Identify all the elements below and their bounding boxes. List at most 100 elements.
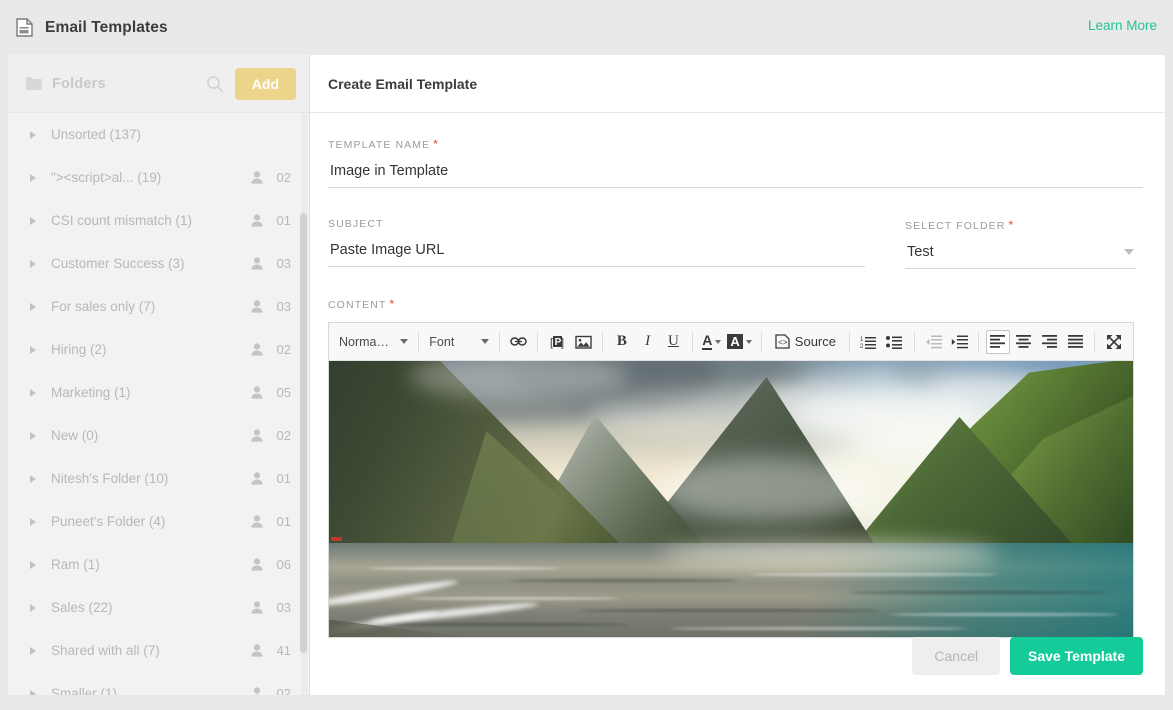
expand-caret-icon[interactable] [30, 689, 36, 695]
cancel-button[interactable]: Cancel [912, 637, 1000, 675]
folder-list-item[interactable]: Customer Success (3) 03 [8, 242, 309, 285]
toolbar-separator [537, 331, 539, 352]
person-icon [251, 558, 263, 571]
template-name-label: TEMPLATE NAME * [328, 137, 439, 151]
folder-list-item[interactable]: Marketing (1) 05 [8, 371, 309, 414]
required-marker: * [433, 137, 439, 151]
expand-caret-icon[interactable] [30, 388, 36, 397]
folder-list-item[interactable]: Shared with all (7) 41 [8, 629, 309, 672]
sidebar-scrollbar-track[interactable] [300, 113, 308, 695]
folder-item-label: Ram (1) [51, 557, 100, 572]
justify-icon[interactable] [1063, 330, 1087, 354]
folder-item-label: Customer Success (3) [51, 256, 185, 271]
expand-caret-icon[interactable] [30, 474, 36, 483]
panel-header: Create Email Template [310, 55, 1165, 113]
toolbar-separator [760, 331, 762, 352]
select-folder-field-group: SELECT FOLDER * [905, 218, 1136, 269]
text-color-icon[interactable]: A [700, 333, 723, 350]
sidebar-header: Folders Add [8, 55, 309, 113]
save-template-button[interactable]: Save Template [1009, 637, 1143, 675]
expand-caret-icon[interactable] [30, 603, 36, 612]
chevron-down-icon [480, 339, 489, 344]
expand-caret-icon[interactable] [30, 345, 36, 354]
folder-item-count: 02 [276, 686, 291, 695]
folder-item-label: CSI count mismatch (1) [51, 213, 193, 228]
merge-field-icon[interactable]: [ P ] [545, 330, 569, 354]
expand-caret-icon[interactable] [30, 173, 36, 182]
numbered-list-icon[interactable]: 1 2 [857, 330, 881, 354]
folder-list-item[interactable]: Nitesh's Folder (10) 01 [8, 457, 309, 500]
toolbar-separator [849, 331, 850, 352]
expand-caret-icon[interactable] [30, 302, 36, 311]
template-name-input[interactable] [328, 163, 1143, 188]
italic-icon[interactable]: I [636, 330, 660, 354]
person-icon [251, 472, 263, 485]
expand-caret-icon[interactable] [30, 431, 36, 440]
person-icon [251, 171, 263, 184]
paragraph-format-dropdown[interactable]: Norma… [335, 335, 412, 349]
folder-list-item[interactable]: "><script>al... (19) 02 [8, 156, 309, 199]
add-folder-button[interactable]: Add [234, 67, 296, 100]
background-color-icon[interactable]: A [725, 334, 753, 349]
folder-list-item[interactable]: Hiring (2) 02 [8, 328, 309, 371]
folder-item-meta: 06 [251, 557, 291, 572]
toolbar-separator [692, 331, 694, 352]
folder-icon [26, 77, 42, 90]
search-icon[interactable] [205, 74, 225, 94]
align-center-icon[interactable] [1012, 330, 1036, 354]
page-title: Email Templates [45, 18, 168, 36]
bold-icon[interactable]: B [610, 330, 634, 354]
align-left-icon[interactable] [986, 329, 1010, 354]
folder-list-item[interactable]: Unsorted (137) [8, 113, 309, 156]
expand-caret-icon[interactable] [30, 517, 36, 526]
required-marker: * [389, 297, 396, 311]
folder-item-meta: 01 [251, 213, 291, 228]
learn-more-link[interactable]: Learn More [1088, 18, 1157, 33]
panel-title: Create Email Template [328, 75, 478, 92]
indent-icon[interactable] [947, 330, 971, 354]
bulleted-list-icon[interactable] [883, 330, 907, 354]
underline-icon[interactable]: U [662, 330, 686, 354]
folder-item-count: 01 [276, 213, 291, 228]
chevron-down-icon [400, 339, 409, 344]
sidebar-title: Folders [52, 75, 106, 92]
expand-caret-icon[interactable] [30, 560, 36, 569]
folder-list-item[interactable]: Smaller (1) 02 [8, 672, 309, 695]
folder-list-item[interactable]: Puneet's Folder (4) 01 [8, 500, 309, 543]
font-dropdown[interactable]: Font [425, 335, 492, 349]
wave [369, 567, 559, 570]
link-icon[interactable] [507, 330, 531, 354]
folder-list-item[interactable]: Sales (22) 03 [8, 586, 309, 629]
person-icon [251, 601, 263, 614]
svg-text:2: 2 [860, 344, 864, 349]
expand-caret-icon[interactable] [30, 216, 36, 225]
folder-item-count: 01 [276, 514, 291, 529]
folder-list-item[interactable]: For sales only (7) 03 [8, 285, 309, 328]
folder-list-item[interactable]: CSI count mismatch (1) 01 [8, 199, 309, 242]
folder-list[interactable]: Unsorted (137) "><script>al... (19) 02 CSI … [8, 113, 309, 695]
toolbar-separator [913, 331, 915, 352]
toolbar-separator [498, 331, 500, 352]
subject-input[interactable] [328, 242, 865, 267]
folder-item-count: 02 [276, 428, 291, 443]
folder-item-meta: 41 [251, 643, 291, 658]
insert-image-icon[interactable] [571, 330, 595, 354]
toolbar-separator [1094, 331, 1096, 352]
wave [749, 573, 999, 576]
editor-content-area[interactable] [329, 361, 1133, 637]
select-folder-input[interactable] [905, 244, 1136, 269]
outdent-icon[interactable] [922, 330, 946, 354]
source-icon[interactable]: <> Source [769, 330, 842, 354]
subject-label: SUBJECT [328, 218, 384, 230]
folder-list-item[interactable]: New (0) 02 [8, 414, 309, 457]
align-right-icon[interactable] [1038, 330, 1062, 354]
expand-caret-icon[interactable] [30, 259, 36, 268]
expand-caret-icon[interactable] [30, 646, 36, 655]
sidebar-scrollbar-thumb[interactable] [300, 213, 307, 653]
folder-list-item[interactable]: Ram (1) 06 [8, 543, 309, 586]
person-icon [251, 644, 263, 657]
maximize-icon[interactable] [1102, 330, 1126, 354]
folder-item-meta: 02 [251, 342, 291, 357]
expand-caret-icon[interactable] [30, 130, 36, 139]
folder-item-label: Hiring (2) [51, 342, 107, 357]
